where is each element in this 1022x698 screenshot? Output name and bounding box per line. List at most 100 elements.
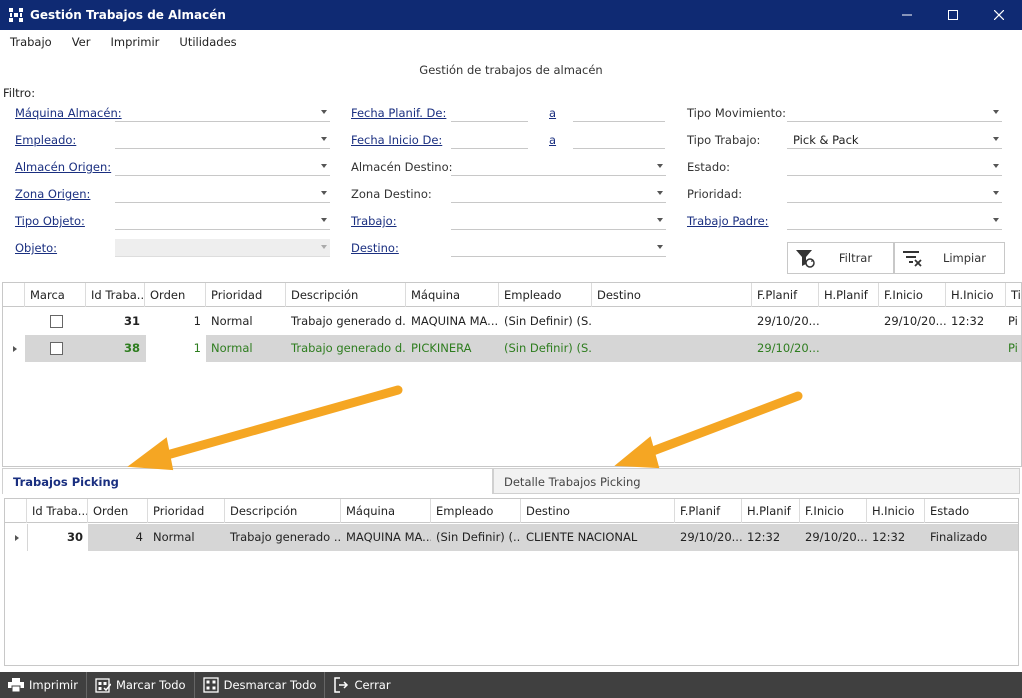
col-f-inicio[interactable]: F.Inicio: [800, 499, 867, 523]
trabajos-grid[interactable]: Marca Id Traba... Orden Prioridad Descri…: [2, 282, 1022, 467]
zona-destino-label: Zona Destino:: [351, 187, 432, 201]
col-orden[interactable]: Orden: [88, 499, 148, 523]
menu-trabajo[interactable]: Trabajo: [0, 35, 62, 49]
dropdown-arrow-icon: [657, 164, 663, 168]
fecha-planif-to-label[interactable]: a: [549, 106, 556, 120]
tipo-movimiento-combo[interactable]: [787, 104, 1002, 122]
trabajo-combo[interactable]: [451, 212, 666, 230]
col-h-planif[interactable]: H.Planif: [742, 499, 800, 523]
menu-imprimir[interactable]: Imprimir: [100, 35, 169, 49]
col-orden[interactable]: Orden: [145, 283, 206, 307]
col-descripcion[interactable]: Descripción: [286, 283, 406, 307]
bottom-toolbar: Imprimir Marcar Todo Desmarcar Todo Cerr…: [0, 672, 1022, 698]
almacen-origen-combo[interactable]: [115, 158, 330, 176]
col-empleado[interactable]: Empleado: [431, 499, 521, 523]
trabajos-picking-grid[interactable]: Id Traba... Orden Prioridad Descripción …: [4, 498, 1019, 666]
limpiar-button[interactable]: Limpiar: [894, 242, 1005, 274]
cell-estado: Finalizado: [930, 530, 988, 544]
objeto-label[interactable]: Objeto:: [15, 241, 57, 255]
col-destino[interactable]: Destino: [592, 283, 752, 307]
cell-id[interactable]: 30: [27, 524, 88, 551]
cell-maquina: MAQUINA MA...: [346, 530, 431, 544]
table-row[interactable]: 31 1 Normal Trabajo generado d... MAQUIN…: [3, 308, 1021, 335]
col-f-planif[interactable]: F.Planif: [675, 499, 742, 523]
grid-header: Marca Id Traba... Orden Prioridad Descri…: [3, 283, 1021, 307]
zona-origen-combo[interactable]: [115, 185, 330, 203]
tipo-trabajo-value: Pick & Pack: [793, 132, 859, 147]
imprimir-button[interactable]: Imprimir: [0, 672, 87, 698]
marca-checkbox[interactable]: [50, 315, 63, 328]
col-maquina[interactable]: Máquina: [406, 283, 499, 307]
col-descripcion[interactable]: Descripción: [225, 499, 341, 523]
fecha-inicio-to-label[interactable]: a: [549, 133, 556, 147]
cell-h-inicio: 12:32: [872, 530, 906, 544]
check-all-icon: [95, 677, 111, 693]
dropdown-arrow-icon: [993, 164, 999, 168]
table-row-selected[interactable]: 30 4 Normal Trabajo generado ... MAQUINA…: [5, 524, 1018, 551]
cell-prioridad: Normal: [153, 530, 195, 544]
close-button[interactable]: [976, 0, 1022, 30]
trabajo-padre-combo[interactable]: [787, 212, 1002, 230]
dropdown-arrow-icon: [321, 164, 327, 168]
cell-h-planif: 12:32: [747, 530, 781, 544]
destino-combo[interactable]: [451, 239, 666, 257]
maximize-button[interactable]: [930, 0, 976, 30]
col-prioridad[interactable]: Prioridad: [148, 499, 225, 523]
current-row-icon: [13, 346, 17, 352]
menu-ver[interactable]: Ver: [62, 35, 101, 49]
fecha-planif-to-field[interactable]: [573, 104, 665, 122]
empleado-label[interactable]: Empleado:: [15, 133, 76, 147]
col-estado[interactable]: Estado: [925, 499, 1018, 523]
col-prioridad[interactable]: Prioridad: [206, 283, 286, 307]
cell-orden[interactable]: 1: [145, 335, 206, 362]
cerrar-button[interactable]: Cerrar: [325, 672, 398, 698]
table-row-selected[interactable]: 38 1 Normal Trabajo generado d... PICKIN…: [3, 335, 1021, 362]
minimize-button[interactable]: [884, 0, 930, 30]
destino-label[interactable]: Destino:: [351, 241, 399, 255]
marcar-todo-button[interactable]: Marcar Todo: [87, 672, 195, 698]
marca-checkbox[interactable]: [50, 342, 63, 355]
tipo-objeto-label[interactable]: Tipo Objeto:: [15, 214, 85, 228]
estado-label: Estado:: [687, 160, 731, 174]
prioridad-combo[interactable]: [787, 185, 1002, 203]
tab-detalle-trabajos-picking[interactable]: Detalle Trabajos Picking: [493, 468, 1020, 494]
col-h-planif[interactable]: H.Planif: [819, 283, 879, 307]
col-ti[interactable]: Ti: [1006, 283, 1022, 307]
zona-origen-label[interactable]: Zona Origen:: [15, 187, 90, 201]
tipo-objeto-combo[interactable]: [115, 212, 330, 230]
estado-combo[interactable]: [787, 158, 1002, 176]
fecha-planif-label[interactable]: Fecha Planif. De:: [351, 106, 446, 120]
empleado-combo[interactable]: [115, 131, 330, 149]
imprimir-label: Imprimir: [29, 678, 78, 692]
col-maquina[interactable]: Máquina: [341, 499, 431, 523]
col-f-inicio[interactable]: F.Inicio: [879, 283, 946, 307]
fecha-planif-from-field[interactable]: [451, 104, 528, 122]
almacen-destino-combo[interactable]: [451, 158, 666, 176]
cell-f-planif: 29/10/20...: [680, 530, 742, 544]
col-id-trabajo[interactable]: Id Traba...: [86, 283, 145, 307]
tab-trabajos-picking[interactable]: Trabajos Picking: [2, 468, 493, 494]
fecha-inicio-to-field[interactable]: [573, 131, 665, 149]
fecha-inicio-from-field[interactable]: [451, 131, 528, 149]
filtrar-button[interactable]: Filtrar: [787, 242, 894, 274]
zona-destino-combo[interactable]: [451, 185, 666, 203]
maquina-almacen-combo[interactable]: [115, 104, 330, 122]
col-id-trabajo[interactable]: Id Traba...: [27, 499, 88, 523]
cell-f-planif: 29/10/20...: [757, 314, 819, 328]
col-destino[interactable]: Destino: [521, 499, 675, 523]
fecha-inicio-label[interactable]: Fecha Inicio De:: [351, 133, 442, 147]
col-f-planif[interactable]: F.Planif: [752, 283, 819, 307]
prioridad-label: Prioridad:: [687, 187, 743, 201]
col-empleado[interactable]: Empleado: [499, 283, 592, 307]
col-h-inicio[interactable]: H.Inicio: [946, 283, 1006, 307]
col-marca[interactable]: Marca: [25, 283, 86, 307]
menu-utilidades[interactable]: Utilidades: [169, 35, 246, 49]
almacen-origen-label[interactable]: Almacén Origen:: [15, 160, 111, 174]
maquina-almacen-label[interactable]: Máquina Almacén:: [15, 106, 122, 120]
app-icon: [8, 7, 24, 23]
trabajo-label[interactable]: Trabajo:: [351, 214, 397, 228]
tipo-trabajo-combo[interactable]: Pick & Pack: [787, 131, 1002, 149]
col-h-inicio[interactable]: H.Inicio: [867, 499, 925, 523]
trabajo-padre-label[interactable]: Trabajo Padre:: [687, 214, 769, 228]
desmarcar-todo-button[interactable]: Desmarcar Todo: [195, 672, 326, 698]
